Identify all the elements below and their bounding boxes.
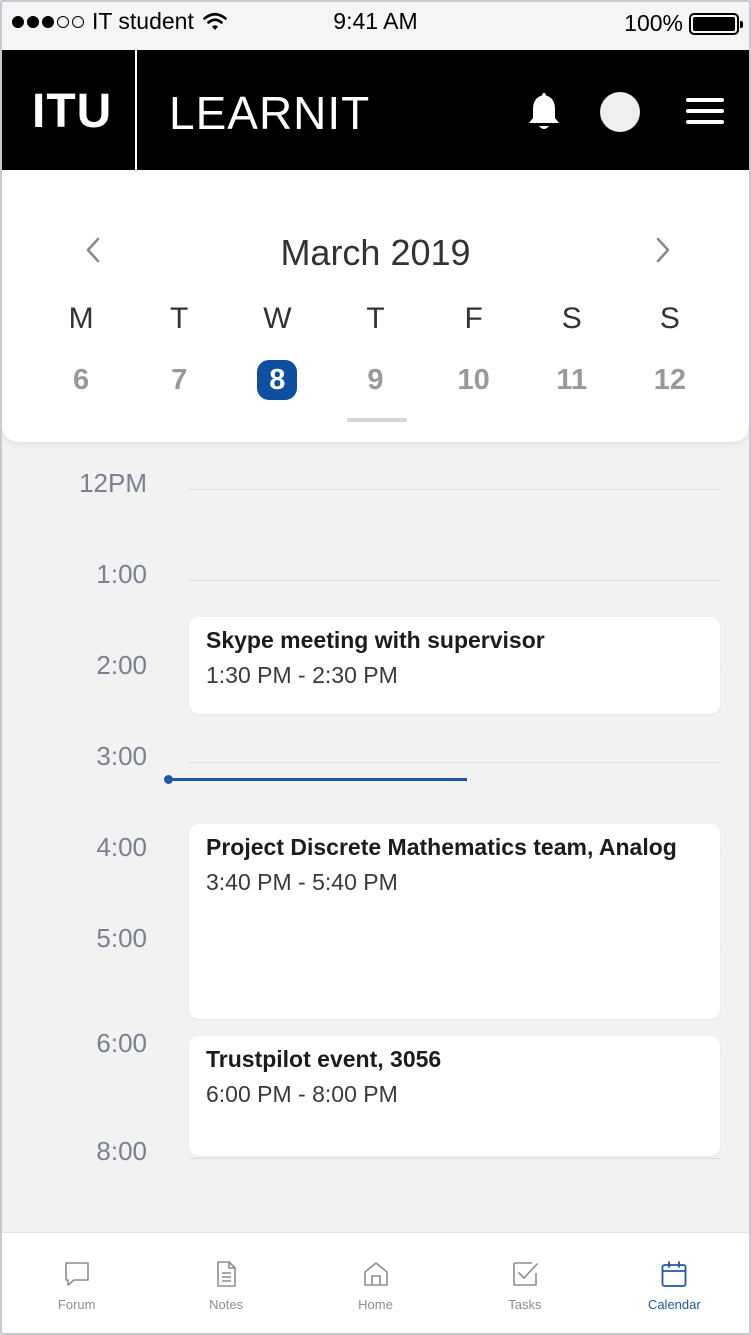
- event-title: Trustpilot event, 3056: [206, 1046, 442, 1072]
- chat-icon: [64, 1262, 89, 1286]
- calendar-week-picker: March 2019 M T W T F S S 6 7 8 9 10 11 1…: [2, 170, 749, 442]
- day-cell[interactable]: 10: [425, 360, 523, 400]
- weekday-label: S: [659, 302, 680, 335]
- tab-label: Calendar: [647, 1297, 701, 1312]
- status-right: 100%: [624, 10, 743, 37]
- app-header: ITU LEARNIT: [2, 50, 749, 170]
- chevron-right-icon[interactable]: [654, 236, 672, 264]
- weekday-label: T: [366, 302, 385, 335]
- avatar[interactable]: [600, 92, 640, 132]
- event-card[interactable]: Project Discrete Mathematics team, Analo…: [189, 824, 720, 1019]
- drag-handle[interactable]: [347, 418, 407, 422]
- app-title: LEARNIT: [169, 87, 371, 139]
- hour-label: 5:00: [96, 923, 147, 953]
- hour-label: 3:00: [96, 741, 147, 771]
- document-icon: [217, 1261, 236, 1287]
- day-row: 6 7 8 9 10 11 12: [32, 360, 719, 400]
- itu-logo[interactable]: ITU: [32, 84, 112, 139]
- day-cell-selected[interactable]: 8: [228, 360, 326, 400]
- tab-label: Tasks: [508, 1297, 542, 1312]
- event-title: Skype meeting with supervisor: [206, 627, 545, 653]
- weekday-label: W: [263, 302, 292, 335]
- hour-label: 4:00: [96, 832, 147, 862]
- bottom-tab-bar: Forum Notes Home Tasks Calendar: [2, 1232, 749, 1333]
- tab-notes[interactable]: Notes: [151, 1233, 300, 1333]
- hour-gridline: [189, 489, 721, 490]
- hour-label: 1:00: [96, 559, 147, 589]
- hour-gridline: [189, 580, 721, 581]
- hour-label: 6:00: [96, 1028, 147, 1058]
- current-time-line: [169, 778, 467, 781]
- tab-home[interactable]: Home: [301, 1233, 450, 1333]
- tab-label: Home: [358, 1297, 393, 1312]
- tab-forum[interactable]: Forum: [2, 1233, 151, 1333]
- hour-label: 12PM: [79, 468, 147, 498]
- weekday-label: T: [170, 302, 189, 335]
- bell-icon[interactable]: [524, 90, 564, 134]
- event-time: 6:00 PM - 8:00 PM: [206, 1081, 398, 1107]
- day-cell[interactable]: 11: [523, 360, 621, 400]
- event-card[interactable]: Skype meeting with supervisor 1:30 PM - …: [189, 617, 720, 714]
- weekday-label: M: [68, 302, 94, 335]
- event-time: 3:40 PM - 5:40 PM: [206, 869, 398, 895]
- hour-gridline: [189, 1158, 721, 1159]
- checkbox-icon: [513, 1262, 538, 1286]
- event-title: Project Discrete Mathematics team, Analo…: [206, 834, 677, 860]
- tab-label: Forum: [57, 1297, 96, 1312]
- event-time: 1:30 PM - 2:30 PM: [206, 662, 398, 688]
- battery-icon: [689, 12, 743, 35]
- weekday-row: M T W T F S S: [32, 302, 719, 336]
- phone-frame: IT student 9:41 AM 100% ITU LEARNIT Marc…: [0, 0, 751, 1335]
- weekday-label: F: [464, 302, 483, 335]
- menu-icon[interactable]: [686, 98, 724, 124]
- tab-label: Notes: [209, 1297, 244, 1312]
- event-card[interactable]: Trustpilot event, 3056 6:00 PM - 8:00 PM: [189, 1036, 720, 1156]
- hour-gridline: [189, 762, 721, 763]
- tab-tasks[interactable]: Tasks: [450, 1233, 599, 1333]
- weekday-label: S: [561, 302, 582, 335]
- current-time-dot: [164, 775, 173, 784]
- hour-label: 2:00: [96, 650, 147, 680]
- day-cell[interactable]: 12: [621, 360, 719, 400]
- status-bar: IT student 9:41 AM 100%: [2, 2, 749, 50]
- hour-label: 8:00: [96, 1136, 147, 1166]
- tab-calendar[interactable]: Calendar: [600, 1233, 749, 1333]
- header-divider: [135, 50, 137, 170]
- home-icon: [363, 1262, 388, 1286]
- battery-percent: 100%: [624, 10, 683, 36]
- calendar-icon: [661, 1261, 687, 1287]
- day-cell[interactable]: 7: [130, 360, 228, 400]
- day-cell[interactable]: 9: [326, 360, 424, 400]
- month-title: March 2019: [280, 232, 471, 273]
- day-cell[interactable]: 6: [32, 360, 130, 400]
